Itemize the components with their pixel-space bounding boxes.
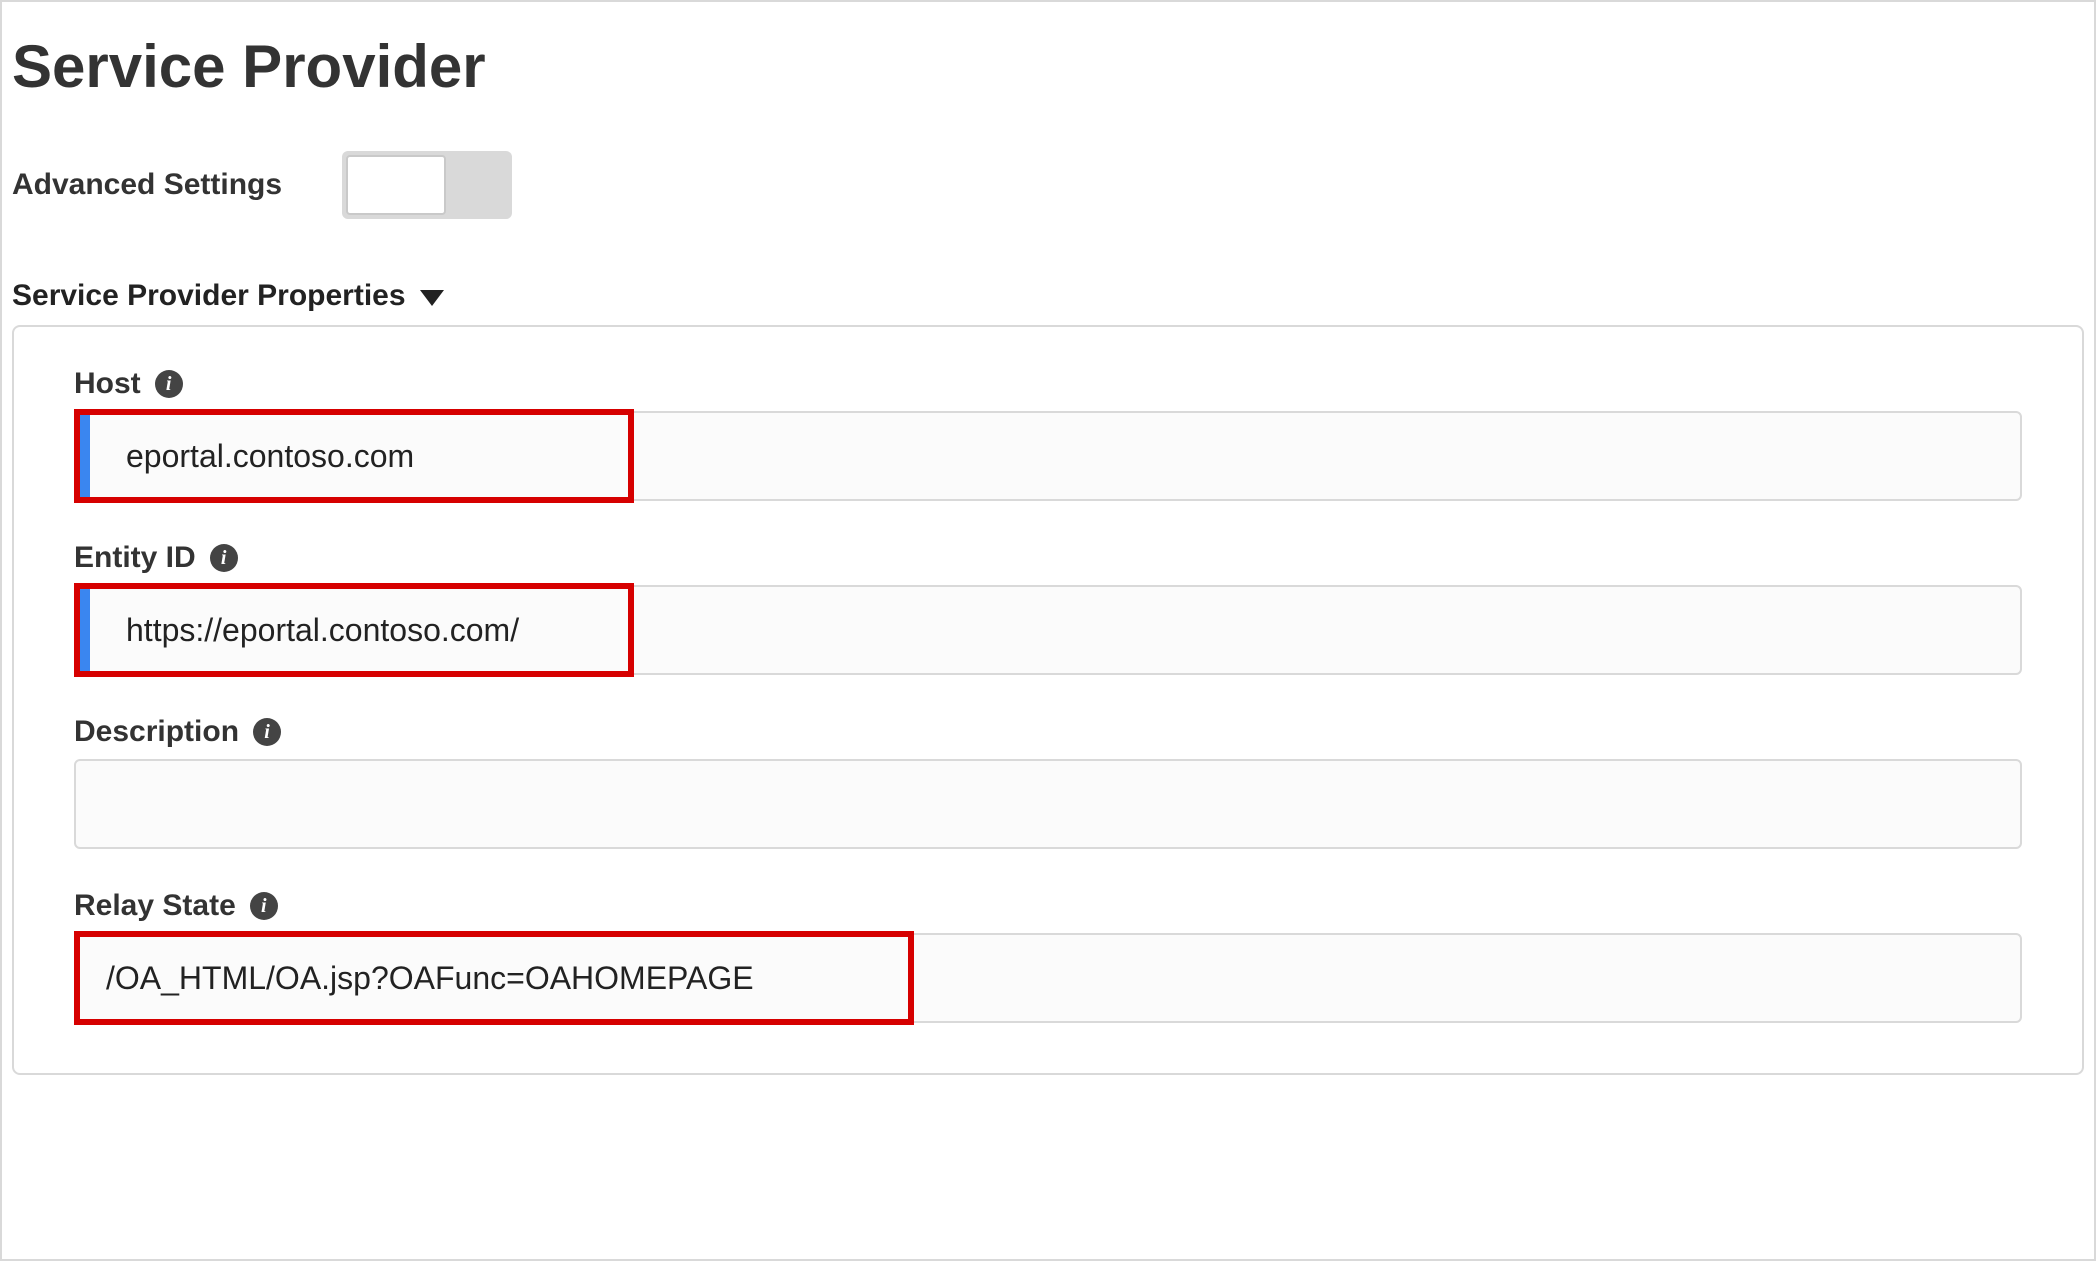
field-description: Description i (74, 715, 2022, 849)
info-icon[interactable]: i (155, 370, 183, 398)
required-indicator (76, 587, 90, 673)
info-icon[interactable]: i (210, 544, 238, 572)
info-icon[interactable]: i (250, 892, 278, 920)
host-input[interactable] (74, 411, 2022, 501)
advanced-settings-row: Advanced Settings (12, 151, 2084, 219)
info-icon[interactable]: i (253, 718, 281, 746)
field-host: Host i (74, 367, 2022, 501)
field-entity-id: Entity ID i (74, 541, 2022, 675)
advanced-settings-toggle[interactable] (342, 151, 512, 219)
properties-panel: Host i Entity ID i Descrip (12, 325, 2084, 1075)
section-header[interactable]: Service Provider Properties (12, 279, 2084, 313)
relay-state-label: Relay State (74, 889, 236, 923)
section-header-label: Service Provider Properties (12, 279, 406, 313)
field-relay-state: Relay State i (74, 889, 2022, 1023)
page-title: Service Provider (12, 32, 2084, 101)
service-provider-page: Service Provider Advanced Settings Servi… (0, 0, 2096, 1261)
description-label: Description (74, 715, 239, 749)
description-input[interactable] (74, 759, 2022, 849)
entity-id-label: Entity ID (74, 541, 196, 575)
caret-down-icon (420, 290, 444, 306)
toggle-knob (346, 155, 446, 215)
required-indicator (76, 413, 90, 499)
advanced-settings-label: Advanced Settings (12, 168, 282, 202)
entity-id-input[interactable] (74, 585, 2022, 675)
relay-state-input[interactable] (74, 933, 2022, 1023)
host-label: Host (74, 367, 141, 401)
